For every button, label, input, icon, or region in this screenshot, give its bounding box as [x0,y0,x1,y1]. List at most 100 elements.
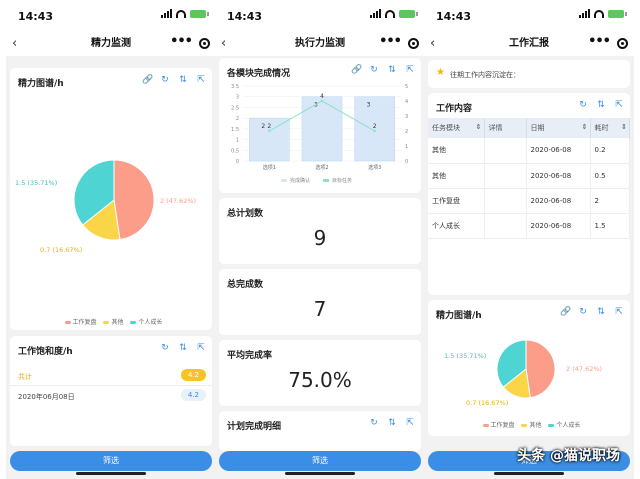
fullscreen-icon[interactable]: ⇱ [614,100,624,110]
filter-button[interactable]: 筛选 [219,451,421,471]
pie-chart: 2 (47.62%) 0.7 (16.67%) 1.5 (35.71%) [15,159,196,254]
refresh-icon[interactable]: ↻ [369,418,379,428]
total-label: 共计 [18,373,32,381]
phone-screen-report: 14:43 ‹ 工作汇报 ••• ★ 往期工作内容沉淀在： 工作内容 ↻ ⇅ ⇱ 任… [424,0,634,479]
col-header-detail: 详情 [484,118,527,138]
back-icon[interactable]: ‹ [12,36,17,52]
y-tick-left: 2.5 [231,105,239,111]
pie-slices [73,159,155,241]
status-time: 14:43 [436,10,472,23]
status-time: 14:43 [18,10,54,23]
card-title: 工作内容 [436,104,473,114]
work-content-card: 工作内容 ↻ ⇅ ⇱ 任务模块 ⇕ 详情 日期 ⇕ 耗时 ⇕ 其他 2020-06-0… [428,93,630,295]
cell-date: 2020-06-08 [526,163,591,189]
signal-icon [579,9,590,18]
back-icon[interactable]: ‹ [221,36,226,52]
avg-rate-card: 平均完成率 75.0% [219,340,421,406]
refresh-icon[interactable]: ↻ [160,343,170,353]
refresh-icon[interactable]: ↻ [578,100,588,110]
sort-icon[interactable]: ⇅ [387,418,397,428]
pie-slice-1[interactable] [113,159,155,241]
legend-item[interactable]: 工作复盘 [73,319,97,326]
detail-card: 计划完成明细 ↻ ⇅ ⇱ [219,411,421,451]
close-target-icon[interactable] [617,38,628,49]
status-bar: 14:43 [424,0,634,36]
wifi-icon [385,9,395,18]
pie-chart: 2 (47.62%) 0.7 (16.67%) 1.5 (35.71%) [444,339,602,407]
star-icon: ★ [436,67,445,78]
cell-detail [484,163,527,189]
more-icon[interactable]: ••• [170,34,193,50]
home-indicator [285,472,355,475]
work-table-wrap: 任务模块 ⇕ 详情 日期 ⇕ 耗时 ⇕ 其他 2020-06-08 0.2 其他 20… [428,118,630,239]
legend-swatch [548,424,555,427]
back-icon[interactable]: ‹ [430,36,435,52]
cell-date: 2020-06-08 [526,138,591,164]
legend-swatch [323,179,329,182]
stat-value: 9 [313,226,327,250]
sort-icon[interactable]: ⇕ [621,123,627,131]
y-tick-right: 3 [405,114,408,120]
fullscreen-icon[interactable]: ⇱ [196,343,206,353]
line-point [268,129,271,133]
line-point [373,129,376,133]
card-title: 工作饱和度/h [18,347,73,357]
page-title: 工作汇报 [509,38,549,49]
battery-icon [608,9,627,18]
col-header-module[interactable]: 任务模块 ⇕ [428,118,485,138]
slice-label-growth: 1.5 (35.71%) [15,179,57,187]
table-row[interactable]: 工作复盘 2020-06-08 2 [428,188,630,214]
x-tick: 选项1 [263,164,276,171]
table-row[interactable]: 其他 2020-06-08 0.5 [428,163,630,189]
y-tick-left: 3.5 [231,84,239,90]
stat-label: 总计划数 [227,209,264,219]
legend-item[interactable]: 工作复盘 [491,422,515,429]
bar-value-label: 3 [367,102,371,109]
col-header-date[interactable]: 日期 ⇕ [526,118,591,138]
page-title: 执行力监测 [295,38,345,49]
pie-slices [496,339,556,399]
more-icon[interactable]: ••• [588,34,611,50]
card-toolbar: ↻ ⇅ ⇱ [578,100,624,110]
cell-time: 0.2 [590,138,630,164]
y-tick-left: 3 [236,95,239,101]
legend-item[interactable]: 个人成长 [556,422,580,429]
watermark: 头条 @猫说职场 [517,448,620,464]
close-target-icon[interactable] [199,38,210,49]
legend-item[interactable]: 其他 [111,319,123,326]
status-time: 14:43 [227,10,263,23]
cell-module: 工作复盘 [428,188,485,214]
legend-item[interactable]: 其他 [529,422,541,429]
sort-icon[interactable]: ⇅ [596,100,606,110]
fullscreen-icon[interactable]: ⇱ [405,418,415,428]
pie-legend: 工作复盘 其他 个人成长 [428,420,630,429]
slice-label-review: 2 (47.62%) [160,197,196,205]
card-title: 计划完成明细 [227,422,282,432]
bar-line-chart: 00.511.522.533.50123452选项123选项243选项32完成确… [231,84,408,184]
y-tick-right: 2 [405,129,408,135]
sort-icon[interactable]: ⇅ [178,343,188,353]
bar [301,96,343,162]
sort-icon[interactable]: ⇕ [582,123,588,131]
cell-time: 0.5 [590,163,630,189]
close-target-icon[interactable] [408,38,419,49]
y-tick-left: 2 [236,116,239,122]
module-chart-card: 各模块完成情况 🔗 ↻ ⇅ ⇱ 0 0.5 1 1.5 2 2.5 3 3.5 0 1 2 3 4 5 2 选项1 2… [219,58,421,193]
slice-label-growth: 1.5 (35.71%) [444,352,486,360]
cell-date: 2020-06-08 [526,213,591,239]
cell-module: 个人成长 [428,213,485,239]
sort-icon[interactable]: ⇕ [476,123,482,131]
total-badge: 4.2 [180,369,206,381]
total-plan-card: 总计划数 9 [219,198,421,264]
saturation-card: 工作饱和度/h ↻ ⇅ ⇱ 共计 4.2 2020年06月08日 4.2 [10,336,212,446]
more-icon[interactable]: ••• [379,34,402,50]
col-header-time[interactable]: 耗时 ⇕ [590,118,630,138]
table-row[interactable]: 其他 2020-06-08 0.2 [428,138,630,164]
legend-item: 完成确认 [290,177,310,184]
filter-button[interactable]: 筛选 [10,451,212,471]
legend-item: 目标任务 [332,177,352,184]
legend-item[interactable]: 个人成长 [138,319,162,326]
legend-swatch [281,179,287,182]
pie-slice-1[interactable] [525,339,556,399]
table-row[interactable]: 个人成长 2020-06-08 1.5 [428,213,630,239]
